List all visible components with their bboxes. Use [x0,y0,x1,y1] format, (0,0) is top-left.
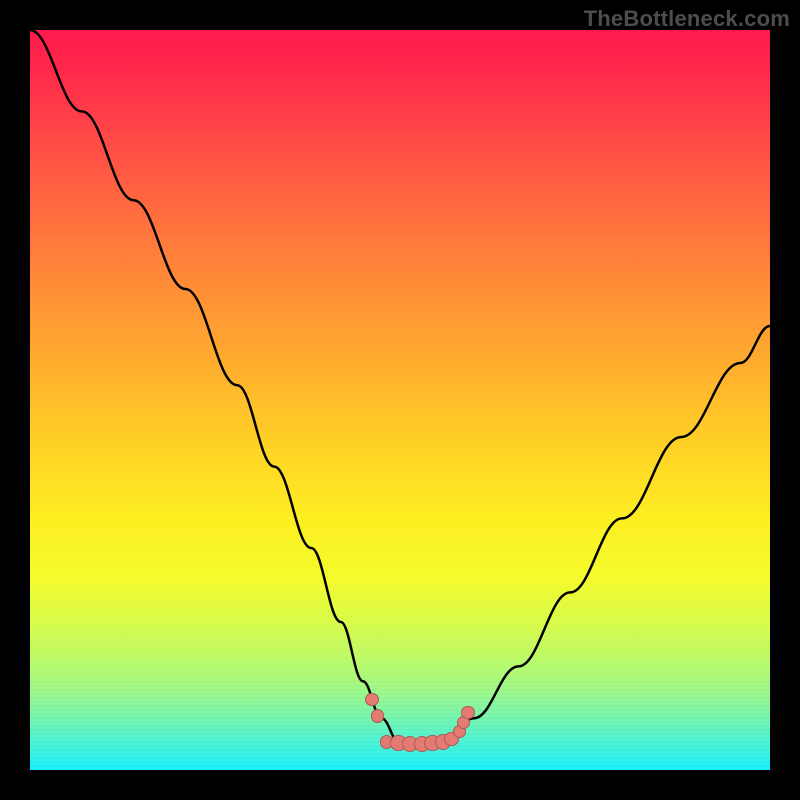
data-point-marker [365,693,378,706]
plot-area [30,30,770,770]
data-point-marker [461,706,474,719]
data-point-marker [371,709,384,722]
bottleneck-curve [30,30,770,770]
chart-frame: TheBottleneck.com [0,0,800,800]
watermark-label: TheBottleneck.com [584,6,790,32]
